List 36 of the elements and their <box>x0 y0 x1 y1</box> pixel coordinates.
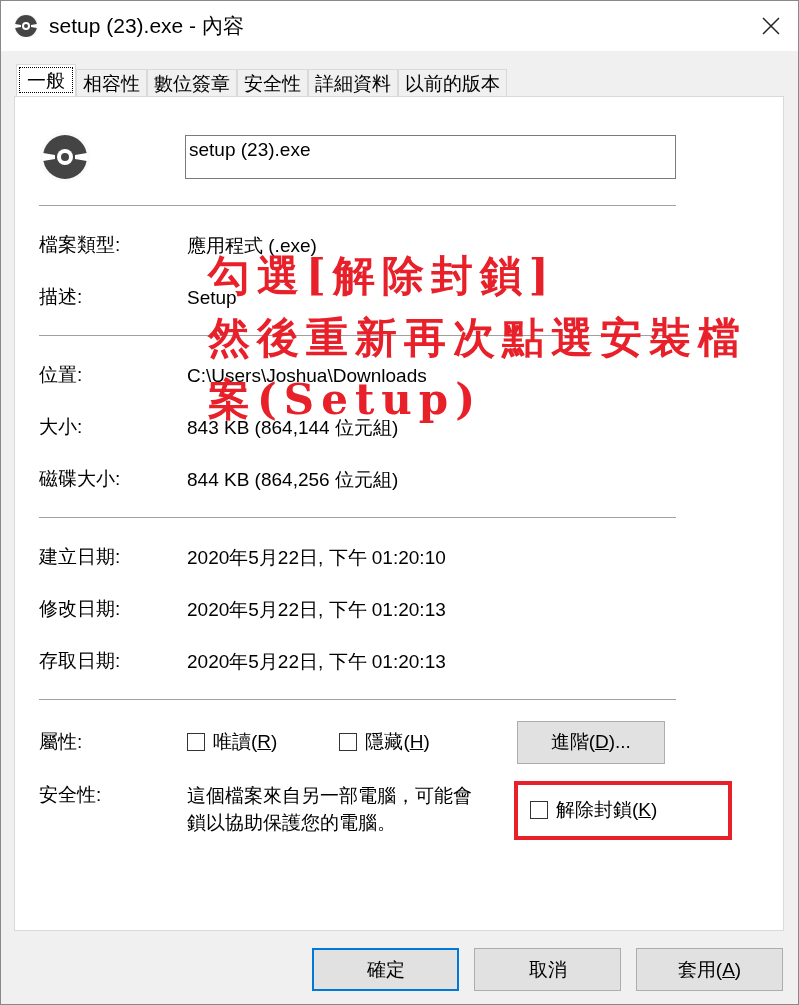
checkbox[interactable] <box>187 733 205 751</box>
property-label: 描述: <box>39 285 84 309</box>
tab[interactable]: 數位簽章 <box>147 69 237 96</box>
checkbox-label[interactable]: 唯讀(R) <box>213 729 278 755</box>
file-name-field[interactable]: setup (23).exe <box>185 135 676 179</box>
attributes-label: 屬性: <box>39 730 84 754</box>
checkbox[interactable] <box>339 733 358 751</box>
dialog-button[interactable]: 套用(A) <box>636 948 783 991</box>
property-label: 建立日期: <box>39 545 122 569</box>
tab[interactable]: 相容性 <box>76 69 147 96</box>
property-value: 844 KB (864,256 位元組) <box>187 468 399 490</box>
tab[interactable]: 安全性 <box>237 69 308 96</box>
property-value: 2020年5月22日, 下午 01:20:13 <box>187 650 446 672</box>
security-label: 安全性: <box>39 783 103 807</box>
property-value: 應用程式 (.exe) <box>187 234 317 256</box>
advanced-button[interactable]: 進階(D)... <box>516 720 665 764</box>
disc-icon <box>13 13 39 39</box>
property-label: 大小: <box>39 415 84 439</box>
checkbox-label[interactable]: 解除封鎖(K) <box>556 797 658 823</box>
tab[interactable]: 以前的版本 <box>398 69 507 96</box>
security-message: 這個檔案來自另一部電腦，可能會 鎖以協助保護您的電腦。 <box>187 784 472 835</box>
close-icon[interactable] <box>762 17 780 35</box>
dialog-button[interactable]: 取消 <box>474 948 621 991</box>
dialog-button[interactable]: 確定 <box>312 948 459 991</box>
property-label: 位置: <box>39 363 84 387</box>
tab[interactable]: 詳細資料 <box>308 69 398 96</box>
checkbox[interactable] <box>530 801 548 819</box>
property-label: 存取日期: <box>39 649 122 673</box>
property-value: 2020年5月22日, 下午 01:20:13 <box>187 598 446 620</box>
window-title: setup (23).exe - 內容 <box>49 13 244 39</box>
property-value: 2020年5月22日, 下午 01:20:10 <box>187 546 446 568</box>
tab[interactable]: 一般 <box>16 64 76 96</box>
property-label: 磁碟大小: <box>39 467 122 491</box>
property-label: 檔案類型: <box>39 233 122 257</box>
checkbox-label[interactable]: 隱藏(H) <box>365 729 430 755</box>
property-label: 修改日期: <box>39 597 122 621</box>
